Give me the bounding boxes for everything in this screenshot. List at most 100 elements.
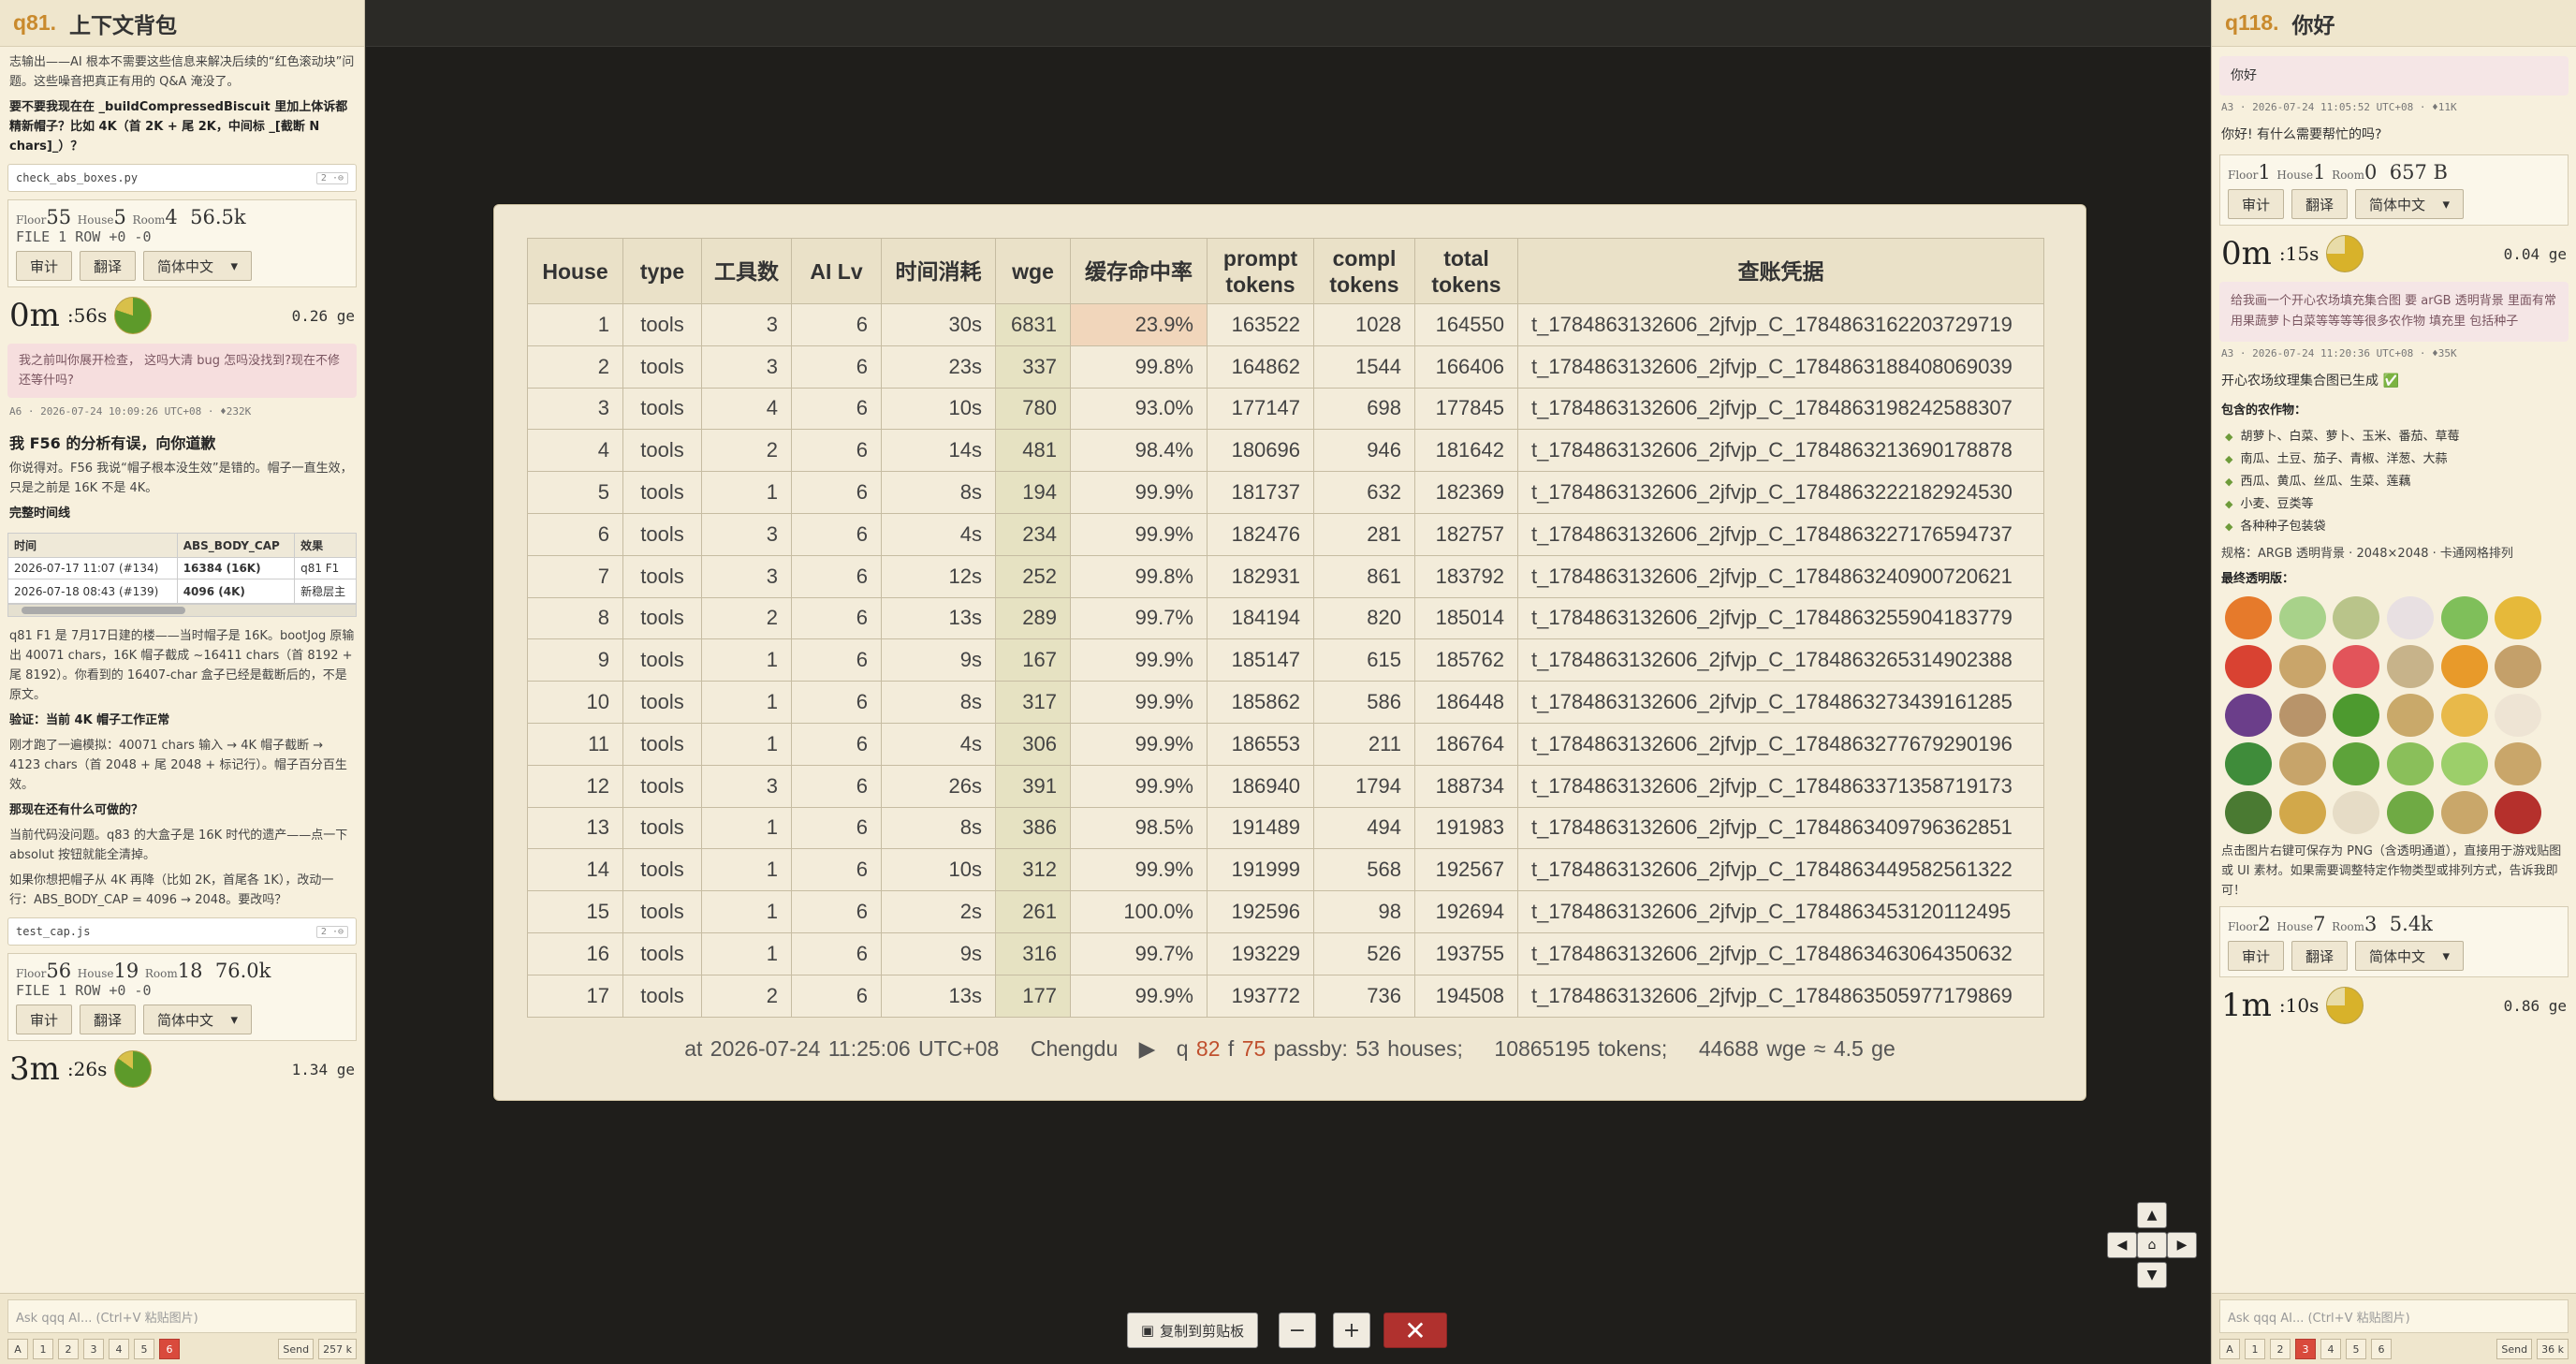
table-scrollbar[interactable] (7, 604, 357, 617)
translate-button[interactable]: 翻译 (80, 251, 137, 281)
table-cell: tools (622, 806, 702, 850)
table-cell: t_1784863132606_2jfvjp_C_178486327767929… (1517, 722, 2044, 766)
page-tab[interactable]: A (2219, 1339, 2240, 1359)
table-cell: 99.8% (1070, 554, 1208, 598)
table-cell: 698 (1313, 387, 1415, 431)
table-header[interactable]: House (527, 238, 623, 304)
chevron-down-icon: ▾ (2442, 196, 2451, 213)
table-cell: 312 (995, 848, 1071, 892)
table-cell: tools (622, 722, 702, 766)
translate-button[interactable]: 翻译 (80, 1005, 137, 1034)
farm-texture-image[interactable] (2225, 596, 2543, 834)
eggplant-icon (2225, 694, 2272, 737)
table-cell: 337 (995, 345, 1071, 389)
code-file-block[interactable]: check_abs_boxes.py 2 ·⊖ (7, 164, 357, 192)
table-header[interactable]: compl tokens (1313, 238, 1415, 304)
page-tab[interactable]: 2 (58, 1339, 79, 1359)
close-button[interactable]: ✕ (1383, 1313, 1447, 1348)
table-cell: 6 (791, 806, 882, 850)
user-message-bubble: 你好 (2219, 56, 2569, 95)
table-cell: t_1784863132606_2jfvjp_C_178486319824258… (1517, 387, 2044, 431)
table-header[interactable]: prompt tokens (1207, 238, 1314, 304)
nav-up-button[interactable]: ▲ (2137, 1202, 2167, 1228)
chevron-down-icon: ▾ (230, 257, 239, 274)
table-cell: 8s (881, 681, 996, 724)
send-button[interactable]: Send (278, 1339, 315, 1359)
seed-bag-icon (2278, 742, 2326, 785)
stats-line: Floor1 House1 Room0 657 B (2228, 161, 2448, 183)
table-cell: 1 (701, 848, 792, 892)
table-header[interactable]: 工具数 (701, 238, 792, 304)
language-select[interactable]: 简体中文 ▾ (2355, 941, 2465, 971)
table-cell: 99.9% (1070, 764, 1208, 808)
code-file-badge[interactable]: 2 ·⊖ (315, 171, 348, 184)
table-header[interactable]: AI Lv (791, 238, 882, 304)
question-text: 要不要我现在在 _buildCompressedBiscuit 里加上体诉都精新… (9, 100, 348, 154)
play-icon[interactable]: ▶ (1139, 1036, 1156, 1061)
zoom-in-button[interactable]: + (1333, 1313, 1370, 1348)
code-file-badge[interactable]: 2 ·⊖ (315, 925, 348, 938)
answer-text: q81 F1 是 7月17日建的楼——当时帽子是 16K。bootJog 原输出… (9, 629, 355, 702)
translate-button[interactable]: 翻译 (2291, 941, 2349, 971)
stats-line: Floor56 House19 Room18 76.0k (16, 960, 271, 982)
page-tab[interactable]: 1 (2245, 1339, 2265, 1359)
page-tab[interactable]: 5 (134, 1339, 154, 1359)
page-tab[interactable]: 2 (2270, 1339, 2291, 1359)
table-cell: 10s (881, 848, 996, 892)
table-cell: tools (622, 512, 702, 556)
ask-input[interactable]: Ask qqq AI... (Ctrl+V 粘贴图片) (2219, 1299, 2569, 1333)
review-button[interactable]: 审计 (2228, 189, 2285, 219)
page-tab[interactable]: 3 (83, 1339, 104, 1359)
table-cell: tools (622, 429, 702, 473)
language-select[interactable]: 简体中文 ▾ (143, 1005, 253, 1034)
table-header[interactable]: 查账凭据 (1517, 238, 2044, 304)
language-select[interactable]: 简体中文 ▾ (2355, 189, 2465, 219)
table-header[interactable]: type (622, 238, 702, 304)
page-tab[interactable]: 1 (33, 1339, 53, 1359)
page-tab[interactable]: A (7, 1339, 28, 1359)
page-tab[interactable]: 5 (2346, 1339, 2366, 1359)
page-tab[interactable]: 6 (2371, 1339, 2392, 1359)
translate-button[interactable]: 翻译 (2291, 189, 2349, 219)
clipboard-icon: ▣ (1140, 1322, 1155, 1339)
nav-left-button[interactable]: ◀ (2107, 1232, 2137, 1258)
page-tab-active[interactable]: 6 (159, 1339, 180, 1359)
table-cell: 861 (1313, 554, 1415, 598)
ask-input[interactable]: Ask qqq AI... (Ctrl+V 粘贴图片) (7, 1299, 357, 1333)
table-header[interactable]: wge (995, 238, 1071, 304)
table-cell: 99.7% (1070, 596, 1208, 640)
table-cell: 194508 (1414, 974, 1518, 1018)
page-tab[interactable]: 4 (109, 1339, 129, 1359)
review-button[interactable]: 审计 (16, 251, 73, 281)
table-cell: 3 (701, 345, 792, 389)
answer-text: 刚才跑了一遍模拟：40071 chars 输入 → 4K 帽子截断 → 4123… (9, 739, 347, 792)
table-cell: 780 (995, 387, 1071, 431)
table-header[interactable]: 时间消耗 (881, 238, 996, 304)
cost-ge: 1.34 ge (291, 1060, 355, 1078)
table-cell: 14 (527, 848, 623, 892)
table-header[interactable]: total tokens (1414, 238, 1518, 304)
copy-to-clipboard-button[interactable]: ▣ 复制到剪贴板 (1127, 1313, 1258, 1348)
nav-center-button[interactable]: ⌂ (2137, 1232, 2167, 1258)
nav-down-button[interactable]: ▼ (2137, 1262, 2167, 1288)
page-tab-active[interactable]: 3 (2295, 1339, 2316, 1359)
table-cell: 181642 (1414, 429, 1518, 473)
review-button[interactable]: 审计 (2228, 941, 2285, 971)
table-cell: 1 (701, 471, 792, 514)
review-button[interactable]: 审计 (16, 1005, 73, 1034)
zoom-out-button[interactable]: − (1279, 1313, 1316, 1348)
table-cell: 13 (527, 806, 623, 850)
language-select[interactable]: 简体中文 ▾ (143, 251, 253, 281)
question-title: 上下文背包 (69, 12, 178, 37)
table-header[interactable]: 缓存命中率 (1070, 238, 1208, 304)
table-cell: 9s (881, 638, 996, 682)
page-tab[interactable]: 4 (2320, 1339, 2341, 1359)
send-button[interactable]: Send (2496, 1339, 2533, 1359)
seed-bag-icon (2440, 791, 2488, 834)
table-cell: 391 (995, 764, 1071, 808)
nav-right-button[interactable]: ▶ (2167, 1232, 2197, 1258)
table-cell: 192694 (1414, 890, 1518, 933)
stats-line: Floor2 House7 Room3 5.4k (2228, 913, 2433, 935)
final-heading: 最终透明版： (2221, 572, 2295, 586)
code-file-block[interactable]: test_cap.js 2 ·⊖ (7, 917, 357, 946)
